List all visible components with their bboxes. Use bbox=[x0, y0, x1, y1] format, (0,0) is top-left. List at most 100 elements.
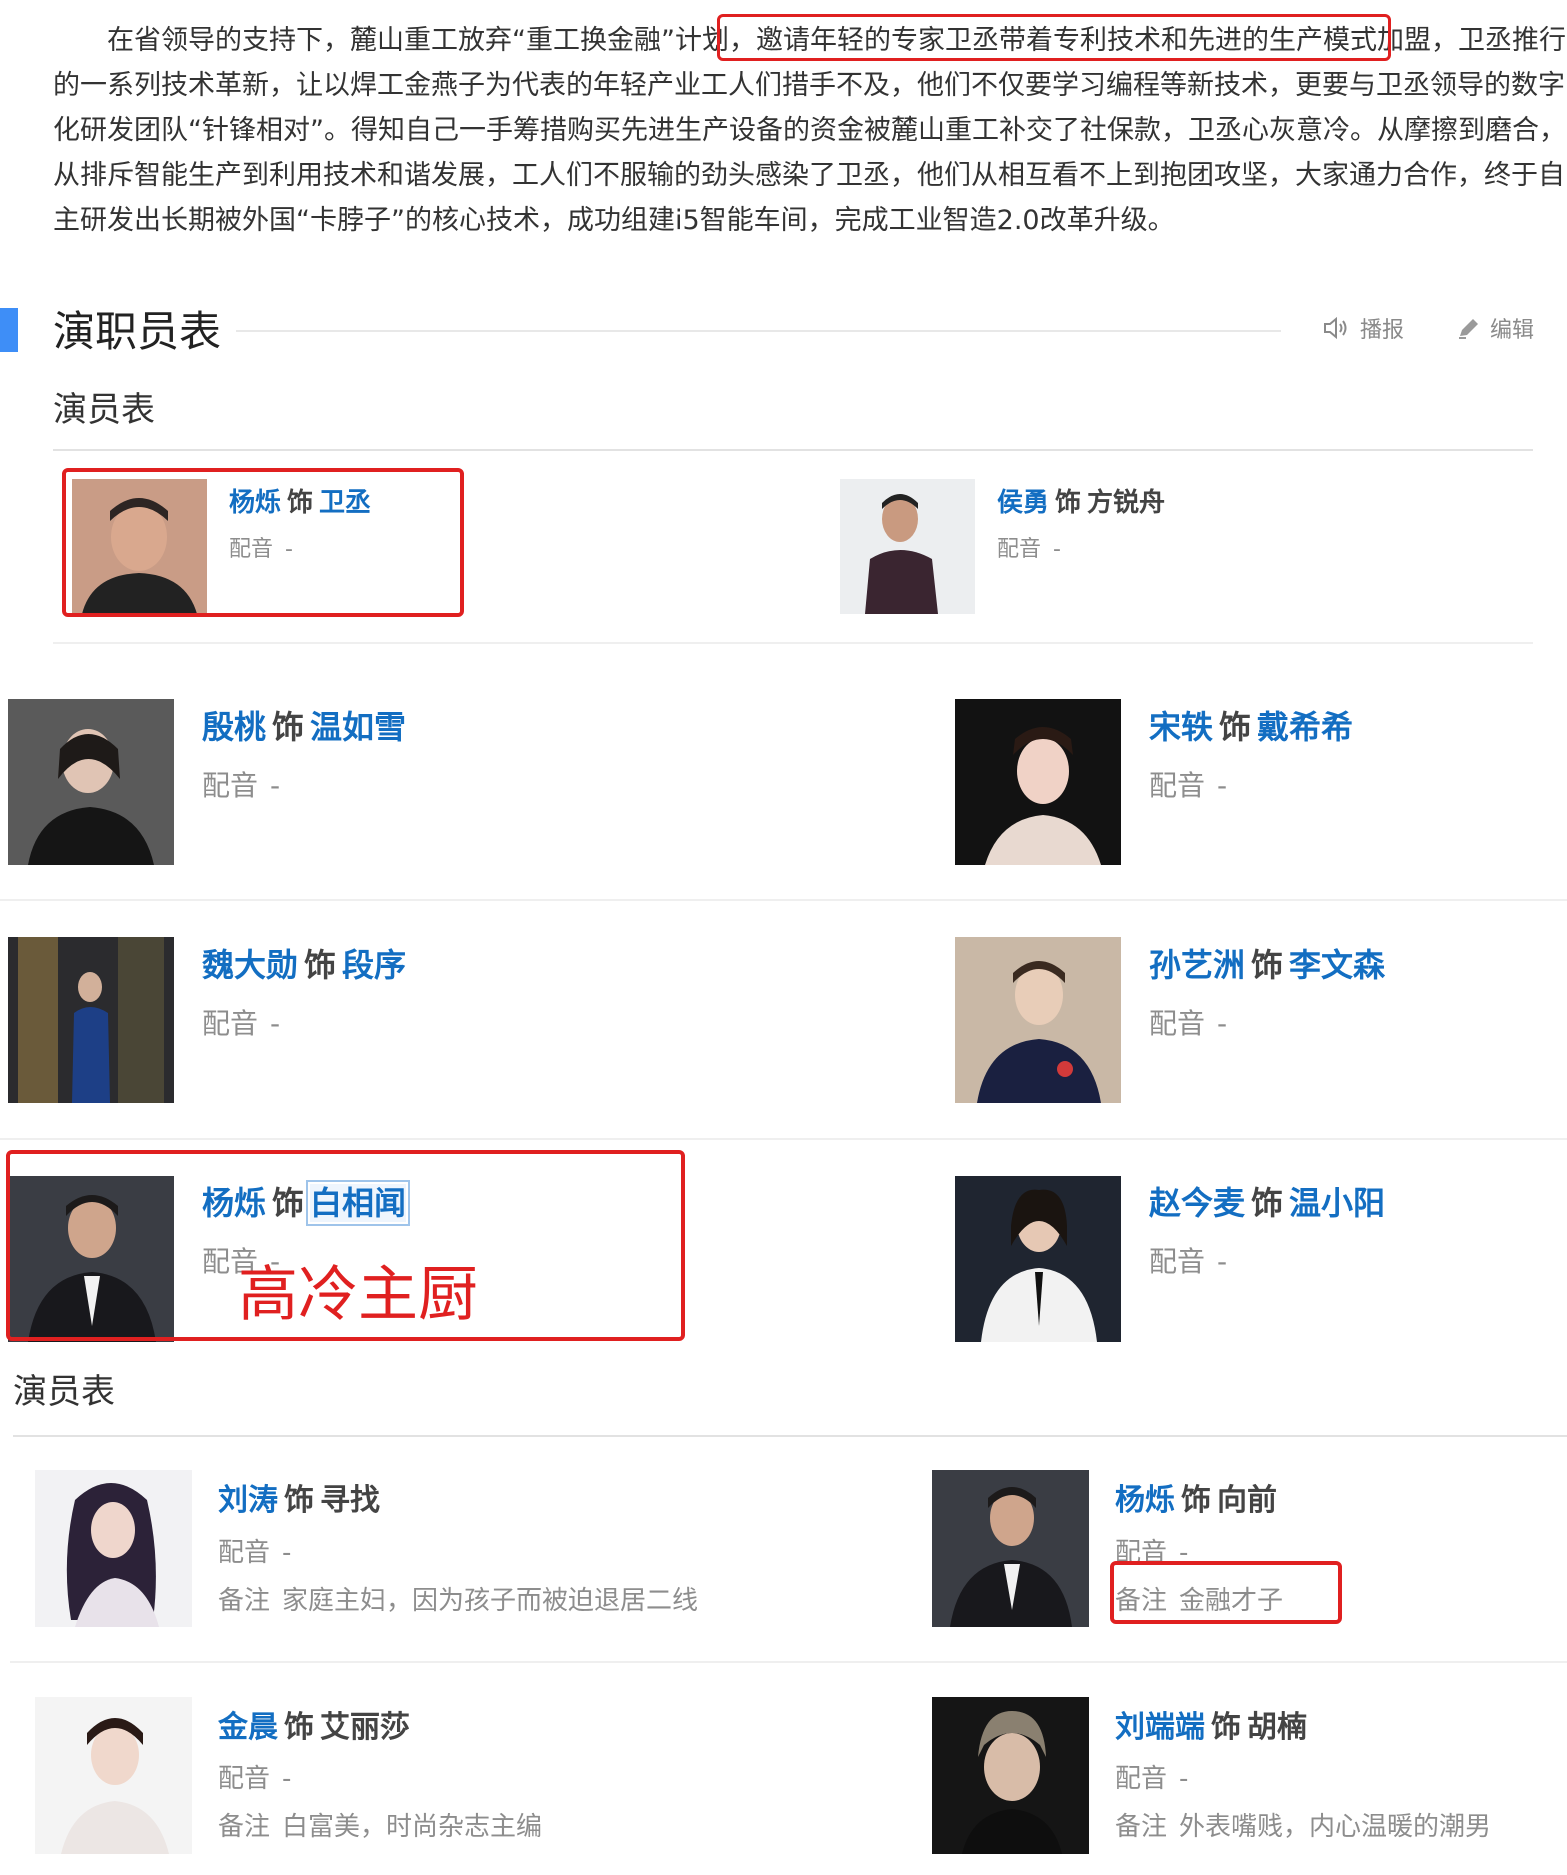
voice-value: - bbox=[282, 1538, 292, 1568]
actor-photo[interactable] bbox=[8, 937, 174, 1103]
actor-photo[interactable] bbox=[955, 699, 1121, 865]
voice-value: - bbox=[1217, 1007, 1228, 1040]
role-link[interactable]: 方锐舟 bbox=[1087, 488, 1165, 518]
edit-button[interactable]: 编辑 bbox=[1456, 312, 1534, 344]
actor-link[interactable]: 金晨 bbox=[218, 1710, 278, 1745]
plot-line: 从排斥智能生产到利用技术和谐发展，工人们不服输的劲头感染了卫丞，他们从相互看不上… bbox=[53, 160, 1565, 191]
voice-value: - bbox=[1217, 1245, 1228, 1278]
actor-photo[interactable] bbox=[8, 699, 174, 865]
voice-row: 配音 - bbox=[1149, 1002, 1227, 1042]
note-row: 备注 家庭主妇，因为孩子而被迫退居二线 bbox=[218, 1580, 698, 1617]
voice-label: 配音 bbox=[1149, 1007, 1206, 1040]
plot-line: 的一系列技术革新，让以焊工金燕子为代表的年轻产业工人们措手不及，他们不仅要学习编… bbox=[53, 70, 1565, 101]
voice-label: 配音 bbox=[202, 1007, 259, 1040]
voice-row: 配音 - bbox=[202, 1002, 280, 1042]
section-title: 演职员表 bbox=[53, 307, 222, 356]
note-value: 家庭主妇，因为孩子而被迫退居二线 bbox=[282, 1586, 699, 1616]
as-label: 饰 bbox=[1055, 488, 1082, 518]
broadcast-button[interactable]: 播报 bbox=[1322, 312, 1404, 344]
note-label: 备注 bbox=[218, 1812, 271, 1842]
note-row: 备注 白富美，时尚杂志主编 bbox=[218, 1806, 542, 1843]
voice-label: 配音 bbox=[218, 1764, 271, 1794]
voice-row: 配音 - bbox=[1115, 1758, 1188, 1795]
cast-name: 孙艺洲饰李文森 bbox=[1149, 940, 1385, 986]
cast-subtitle: 演员表 bbox=[13, 1372, 115, 1412]
actor-link[interactable]: 侯勇 bbox=[997, 488, 1049, 518]
role-link[interactable]: 段序 bbox=[342, 946, 406, 984]
role-link[interactable]: 温小阳 bbox=[1289, 1184, 1385, 1222]
actor-photo[interactable] bbox=[955, 937, 1121, 1103]
as-label: 饰 bbox=[1251, 946, 1284, 984]
voice-label: 配音 bbox=[218, 1538, 271, 1568]
role-link[interactable]: 寻找 bbox=[320, 1483, 380, 1518]
role-link[interactable]: 李文森 bbox=[1289, 946, 1385, 984]
highlight-box bbox=[1110, 1561, 1342, 1624]
row-divider bbox=[0, 1138, 1567, 1140]
broadcast-label: 播报 bbox=[1360, 318, 1405, 343]
actor-link[interactable]: 殷桃 bbox=[202, 708, 266, 746]
cast-subtitle: 演员表 bbox=[53, 390, 155, 430]
note-value: 外表嘴贱，内心温暖的潮男 bbox=[1179, 1812, 1492, 1842]
voice-row: 配音 - bbox=[997, 531, 1061, 563]
cast-name: 赵今麦饰温小阳 bbox=[1149, 1178, 1385, 1224]
speaker-icon bbox=[1322, 316, 1352, 340]
voice-row: 配音 - bbox=[218, 1758, 291, 1795]
pencil-icon bbox=[1456, 316, 1482, 340]
as-label: 饰 bbox=[1181, 1483, 1211, 1518]
voice-label: 配音 bbox=[997, 537, 1042, 562]
role-link[interactable]: 戴希希 bbox=[1257, 708, 1353, 746]
as-label: 饰 bbox=[1211, 1710, 1241, 1745]
role-link[interactable]: 胡楠 bbox=[1247, 1710, 1307, 1745]
note-label: 备注 bbox=[1115, 1812, 1168, 1842]
subtitle-divider bbox=[13, 1435, 1567, 1437]
actor-link[interactable]: 赵今麦 bbox=[1149, 1184, 1245, 1222]
cast-name: 魏大勋饰段序 bbox=[202, 940, 406, 986]
note-value: 白富美，时尚杂志主编 bbox=[282, 1812, 543, 1842]
voice-value: - bbox=[270, 769, 281, 802]
voice-label: 配音 bbox=[202, 769, 259, 802]
actor-link[interactable]: 杨烁 bbox=[1115, 1483, 1175, 1518]
cast-name: 刘端端饰胡楠 bbox=[1115, 1702, 1307, 1746]
note-row: 备注 外表嘴贱，内心温暖的潮男 bbox=[1115, 1806, 1491, 1843]
as-label: 饰 bbox=[1251, 1184, 1284, 1222]
voice-row: 配音 - bbox=[218, 1532, 291, 1569]
actor-photo[interactable] bbox=[955, 1176, 1121, 1342]
voice-row: 配音 - bbox=[1149, 1240, 1227, 1280]
cast-name: 侯勇饰方锐舟 bbox=[997, 482, 1165, 519]
subtitle-divider bbox=[53, 449, 1533, 451]
role-link[interactable]: 艾丽莎 bbox=[320, 1710, 410, 1745]
actor-link[interactable]: 刘端端 bbox=[1115, 1710, 1205, 1745]
cast-name: 金晨饰艾丽莎 bbox=[218, 1702, 410, 1746]
actor-link[interactable]: 孙艺洲 bbox=[1149, 946, 1245, 984]
role-link[interactable]: 温如雪 bbox=[310, 708, 406, 746]
note-label: 备注 bbox=[218, 1586, 271, 1616]
actor-link[interactable]: 刘涛 bbox=[218, 1483, 278, 1518]
section-accent-bar bbox=[0, 308, 18, 352]
voice-value: - bbox=[1053, 537, 1061, 562]
voice-value: - bbox=[270, 1007, 281, 1040]
highlight-box bbox=[62, 468, 464, 617]
actor-photo[interactable] bbox=[932, 1697, 1089, 1854]
actor-photo[interactable] bbox=[35, 1697, 192, 1854]
row-divider bbox=[0, 899, 1567, 901]
voice-label: 配音 bbox=[1149, 769, 1206, 802]
actor-link[interactable]: 魏大勋 bbox=[202, 946, 298, 984]
actor-photo[interactable] bbox=[932, 1470, 1089, 1627]
cast-name: 殷桃饰温如雪 bbox=[202, 702, 406, 748]
voice-label: 配音 bbox=[1115, 1764, 1168, 1794]
edit-label: 编辑 bbox=[1490, 318, 1535, 343]
row-divider bbox=[53, 642, 1533, 644]
voice-value: - bbox=[282, 1764, 292, 1794]
actor-photo[interactable] bbox=[840, 479, 975, 614]
as-label: 饰 bbox=[304, 946, 337, 984]
plot-line: 主研发出长期被外国“卡脖子”的核心技术，成功组建i5智能车间，完成工业智造2.0… bbox=[53, 205, 1175, 236]
as-label: 饰 bbox=[284, 1483, 314, 1518]
as-label: 饰 bbox=[284, 1710, 314, 1745]
cast-name: 刘涛饰寻找 bbox=[218, 1475, 380, 1519]
row-divider bbox=[10, 1661, 1567, 1663]
actor-link[interactable]: 宋轶 bbox=[1149, 708, 1213, 746]
voice-row: 配音 - bbox=[202, 764, 280, 804]
role-link[interactable]: 向前 bbox=[1217, 1483, 1277, 1518]
actor-photo[interactable] bbox=[35, 1470, 192, 1627]
highlight-box bbox=[717, 14, 1391, 61]
